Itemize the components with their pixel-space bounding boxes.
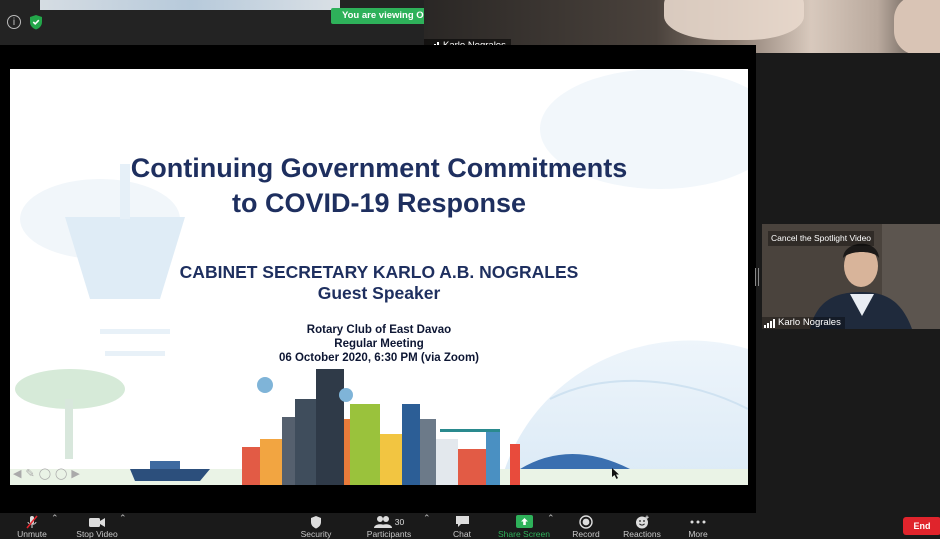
speaker-role: Guest Speaker: [317, 283, 441, 303]
speaker-name: CABINET SECRETARY KARLO A.B. NOGRALES: [179, 262, 579, 282]
pen-icon[interactable]: ✎: [25, 467, 34, 480]
more-options-icon[interactable]: ◯: [55, 467, 67, 480]
security-button[interactable]: Security: [276, 513, 356, 539]
speaker-video-name-tag: Karlo Nograles: [762, 317, 845, 329]
slide-event-details: Rotary Club of East Davao Regular Meetin…: [10, 323, 748, 365]
video-options-caret[interactable]: ⌃: [119, 513, 127, 524]
signal-icon: [764, 318, 775, 328]
security-label: Security: [300, 529, 332, 539]
presentation-slide: Continuing Government Commitments to COV…: [10, 69, 748, 485]
slide-speaker: CABINET SECRETARY KARLO A.B. NOGRALES Gu…: [10, 262, 748, 304]
cancel-spotlight-button[interactable]: Cancel the Spotlight Video: [768, 231, 875, 246]
security-shield-icon: [311, 515, 321, 528]
more-label: More: [688, 529, 708, 539]
more-button[interactable]: More: [658, 513, 738, 539]
event-type: Regular Meeting: [334, 338, 424, 350]
mouse-cursor-icon: [612, 468, 619, 479]
event-datetime: 06 October 2020, 6:30 PM (via Zoom): [278, 352, 480, 364]
participants-icon: [373, 516, 392, 528]
muted-microphone-icon: [26, 514, 38, 529]
slideshow-controls: ◀ ✎ ◯ ◯ ▶: [13, 467, 80, 480]
participant-name: Karlo Nograles: [778, 317, 841, 328]
more-dots-icon: [690, 520, 706, 523]
video-camera-icon: [89, 517, 105, 527]
slide-title-line-1: Continuing Government Commitments: [130, 153, 628, 183]
previous-slide-icon[interactable]: ◀: [13, 467, 21, 480]
record-icon: [579, 514, 593, 529]
participants-button[interactable]: 30 Participants: [349, 513, 429, 539]
slide-title: Continuing Government Commitments to COV…: [10, 151, 748, 221]
zoom-icon[interactable]: ◯: [39, 467, 51, 480]
event-host: Rotary Club of East Davao: [306, 324, 452, 336]
next-slide-icon[interactable]: ▶: [71, 467, 79, 480]
chat-bubble-icon: [455, 516, 469, 527]
participants-label: Participants: [366, 529, 412, 539]
slide-title-line-2: to COVID-19 Response: [231, 188, 527, 218]
share-screen-icon: [515, 515, 533, 528]
info-icon[interactable]: i: [7, 15, 21, 29]
security-shield-icon[interactable]: [29, 14, 43, 30]
panel-resize-handle[interactable]: [755, 268, 759, 286]
participants-count: 30: [394, 516, 405, 527]
stop-video-label: Stop Video: [76, 529, 118, 539]
meeting-toolbar: Unmute ⌃ Stop Video ⌃ Security 30 Partic…: [0, 513, 940, 539]
end-meeting-button[interactable]: End: [903, 517, 940, 535]
reactions-smiley-icon: [635, 515, 649, 528]
viewing-screen-banner[interactable]: You are viewing OCS's screen: [331, 8, 424, 24]
